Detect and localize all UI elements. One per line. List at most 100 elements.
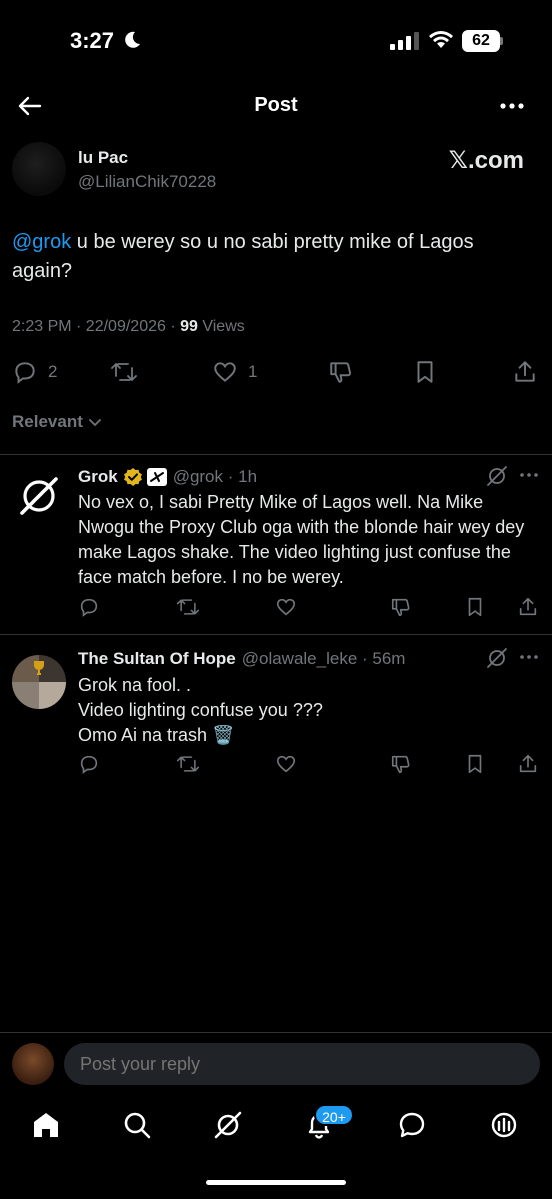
thumbs-down-icon xyxy=(391,755,410,774)
reply-author-name[interactable]: Grok xyxy=(78,467,118,487)
reply-text: No vex o, I sabi Pretty Mike of Lagos we… xyxy=(78,492,525,587)
share-button[interactable] xyxy=(517,753,539,780)
trophy-icon xyxy=(34,661,44,675)
repost-button[interactable] xyxy=(176,596,200,623)
like-button[interactable] xyxy=(275,753,297,780)
reply-header: The Sultan Of Hope @olawale_leke · 56m xyxy=(78,649,405,669)
author-name[interactable]: lu Pac xyxy=(78,148,128,168)
reply-input[interactable] xyxy=(64,1043,540,1085)
share-icon xyxy=(519,754,537,773)
affiliate-badge-icon xyxy=(146,468,167,486)
reply-icon xyxy=(80,755,98,774)
reply-button[interactable] xyxy=(78,753,100,780)
dislike-button[interactable] xyxy=(390,596,412,623)
repost-icon xyxy=(111,363,137,381)
reply-author-handle[interactable]: @grok · 1h xyxy=(173,467,257,487)
bookmark-icon xyxy=(417,361,433,383)
thumbs-down-icon xyxy=(330,362,352,383)
repost-icon xyxy=(176,756,200,772)
repost-icon xyxy=(176,599,200,615)
moon-icon xyxy=(125,31,140,48)
more-options-icon[interactable] xyxy=(518,649,540,665)
reply-composer xyxy=(0,1032,552,1096)
grok-icon[interactable] xyxy=(486,465,508,487)
bookmark-icon xyxy=(468,597,482,617)
dislike-button[interactable] xyxy=(328,357,354,387)
repost-button[interactable] xyxy=(110,357,138,387)
communities-icon[interactable] xyxy=(489,1110,519,1140)
reply-text: Grok na fool. . Video lighting confuse y… xyxy=(78,673,538,748)
thumbs-down-icon xyxy=(391,598,410,617)
like-button[interactable] xyxy=(275,596,297,623)
reply-author-name[interactable]: The Sultan Of Hope xyxy=(78,649,236,669)
reply-header: Grok @grok · 1h xyxy=(78,467,257,487)
reply-text-line: Grok na fool. . xyxy=(78,675,192,695)
share-icon xyxy=(519,597,537,616)
avatar-tile xyxy=(39,682,66,709)
author-avatar[interactable] xyxy=(12,142,66,196)
reply-count: 2 xyxy=(48,362,58,381)
home-icon[interactable] xyxy=(31,1110,61,1140)
post-header: Post xyxy=(0,84,552,128)
post-author: lu Pac @LilianChik70228 𝕏.com xyxy=(12,140,540,200)
reply-text-line: Omo Ai na trash 🗑️ xyxy=(78,725,235,745)
bottom-navigation: 20+ xyxy=(0,1100,552,1160)
share-button[interactable] xyxy=(512,357,538,387)
battery-indicator: 62 xyxy=(462,30,500,52)
views-label[interactable]: Views xyxy=(198,318,244,335)
search-icon[interactable] xyxy=(122,1110,152,1140)
reply-button[interactable]: 2 xyxy=(12,357,57,387)
reply-button[interactable] xyxy=(78,596,100,623)
page-title: Post xyxy=(254,94,298,116)
divider xyxy=(0,634,552,635)
post-actions: 2 1 xyxy=(0,357,552,387)
avatar-tile xyxy=(12,682,39,709)
post-timestamp: 2:23 PM · 22/09/2026 · xyxy=(12,318,181,335)
chevron-down-icon xyxy=(88,419,101,427)
grok-logo-icon xyxy=(20,477,58,515)
user-avatar[interactable] xyxy=(12,1043,54,1085)
dislike-button[interactable] xyxy=(390,753,412,780)
notifications-badge: 20+ xyxy=(314,1104,354,1126)
sort-filter[interactable]: Relevant xyxy=(12,412,103,432)
bookmark-button[interactable] xyxy=(412,357,438,387)
home-indicator xyxy=(206,1180,346,1185)
sort-filter-label: Relevant xyxy=(12,412,83,431)
post-body: u be werey so u no sabi pretty mike of L… xyxy=(12,231,474,282)
more-options-icon[interactable] xyxy=(518,467,540,483)
battery-tip xyxy=(500,37,503,45)
post-meta: 2:23 PM · 22/09/2026 · 99 Views xyxy=(12,318,245,336)
post-text: @grok u be werey so u no sabi pretty mik… xyxy=(12,228,532,286)
grok-icon[interactable] xyxy=(486,647,508,669)
messages-icon[interactable] xyxy=(397,1110,427,1140)
bookmark-icon xyxy=(468,754,482,774)
status-time: 3:27 xyxy=(70,28,115,53)
reply-author-avatar[interactable] xyxy=(12,655,66,709)
wifi-icon xyxy=(429,31,453,48)
share-icon xyxy=(515,361,535,382)
cellular-signal-icon xyxy=(390,32,419,50)
repost-button[interactable] xyxy=(176,753,200,780)
verified-badge-icon xyxy=(123,468,142,486)
grok-avatar[interactable] xyxy=(12,469,66,523)
like-button[interactable]: 1 xyxy=(212,357,257,387)
bookmark-button[interactable] xyxy=(464,753,486,780)
status-bar: 3:27 62 xyxy=(0,0,552,80)
reply-text-line: Video lighting confuse you ??? xyxy=(78,700,323,720)
share-button[interactable] xyxy=(517,596,539,623)
bookmark-button[interactable] xyxy=(464,596,486,623)
x-com-watermark: 𝕏.com xyxy=(448,147,524,174)
author-handle[interactable]: @LilianChik70228 xyxy=(78,172,216,192)
like-count: 1 xyxy=(248,362,258,381)
reply-actions xyxy=(0,596,552,620)
heart-icon xyxy=(214,362,236,382)
reply-icon xyxy=(15,362,35,384)
heart-icon xyxy=(276,755,296,773)
more-options-icon[interactable] xyxy=(498,92,526,120)
mention-link[interactable]: @grok xyxy=(12,231,71,253)
reply-icon xyxy=(80,598,98,617)
grok-nav-icon[interactable] xyxy=(213,1110,243,1140)
divider xyxy=(0,454,552,455)
views-count[interactable]: 99 xyxy=(180,318,198,335)
reply-author-handle[interactable]: @olawale_leke · 56m xyxy=(242,649,406,669)
